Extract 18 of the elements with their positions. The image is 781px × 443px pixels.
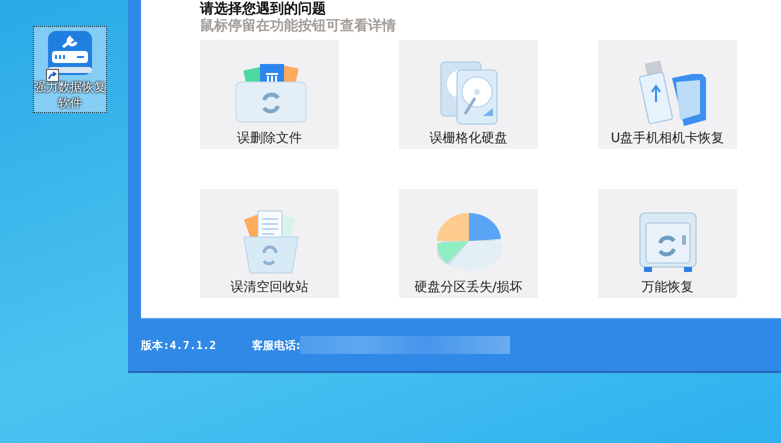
option-tile[interactable]: 万能恢复 (598, 189, 737, 298)
option-label: 误删除文件 (237, 130, 302, 147)
option-tile[interactable]: 硬盘分区丢失/损坏 (399, 189, 538, 298)
option-tile[interactable]: 误清空回收站 (200, 189, 339, 298)
option-tile[interactable]: 误删除文件 (200, 40, 339, 149)
option-tile[interactable]: 误栅格化硬盘 (399, 40, 538, 149)
option-label: 误清空回收站 (230, 279, 308, 296)
option-label: 万能恢复 (642, 279, 694, 296)
option-label: 误栅格化硬盘 (430, 130, 508, 147)
shortcut-label: 强力数据恢复软件 (34, 79, 106, 111)
version-label: 版本:4.7.1.2 (141, 338, 216, 352)
heading: 请选择您遇到的问题 (200, 1, 327, 17)
option-tile[interactable]: U盘手机相机卡恢复 (598, 40, 737, 149)
shortcut-arrow-icon (46, 69, 59, 82)
phone-label: 客服电话: (252, 338, 300, 352)
option-label: U盘手机相机卡恢复 (610, 130, 724, 147)
option-label: 硬盘分区丢失/损坏 (414, 279, 523, 296)
hint-text: 鼠标停留在功能按钮可查看详情 (200, 17, 397, 35)
